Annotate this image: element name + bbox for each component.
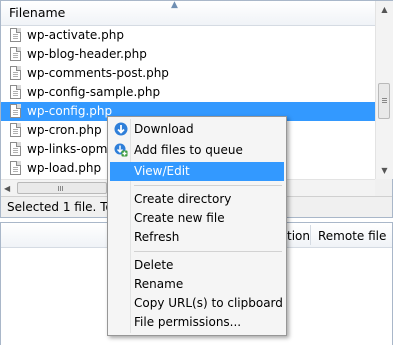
php-file-icon	[10, 161, 21, 175]
php-file-icon	[10, 47, 21, 61]
file-row[interactable]: wp-activate.php	[1, 26, 375, 45]
menu-item-view-edit[interactable]: View/Edit	[110, 162, 284, 181]
menu-item-file-permissions[interactable]: File permissions...	[110, 313, 284, 332]
menu-item-rename[interactable]: Rename	[110, 275, 284, 294]
column-header-filename[interactable]: Filename	[9, 5, 65, 20]
menu-item-delete[interactable]: Delete	[110, 256, 284, 275]
php-file-icon	[10, 66, 21, 80]
scrollbar-corner	[375, 179, 392, 196]
menu-separator	[134, 185, 282, 186]
file-name: wp-blog-header.php	[27, 47, 147, 61]
column-divider[interactable]	[310, 225, 311, 245]
menu-item-label: Download	[134, 122, 194, 136]
file-name: wp-config.php	[27, 104, 113, 118]
menu-item-label: Add files to queue	[134, 143, 243, 157]
php-file-icon	[10, 142, 21, 156]
context-menu: Download Add files to queue View/Edit Cr…	[107, 116, 287, 336]
menu-item-download[interactable]: Download	[110, 120, 284, 139]
file-name: wp-comments-post.php	[27, 66, 169, 80]
file-name: wp-config-sample.php	[27, 85, 161, 99]
scroll-down-icon[interactable]: ▼	[376, 162, 393, 179]
sort-ascending-icon: ▲	[171, 0, 178, 10]
file-row[interactable]: wp-blog-header.php	[1, 45, 375, 64]
file-row[interactable]: wp-comments-post.php	[1, 64, 375, 83]
php-file-icon	[10, 123, 21, 137]
download-arrow-icon	[114, 122, 128, 136]
file-name: wp-load.php	[27, 161, 102, 175]
column-header-direction[interactable]: tion	[287, 229, 310, 243]
menu-item-add-files-to-queue[interactable]: Add files to queue	[110, 141, 284, 160]
scroll-up-icon[interactable]: ▲	[376, 1, 393, 18]
menu-item-refresh[interactable]: Refresh	[110, 228, 284, 247]
php-file-icon	[10, 28, 21, 42]
menu-item-label: View/Edit	[134, 164, 190, 178]
menu-item-label: Rename	[134, 277, 184, 291]
scroll-left-icon[interactable]: ◀	[4, 180, 10, 197]
vertical-scroll-thumb[interactable]	[378, 83, 390, 119]
menu-item-label: Delete	[134, 258, 174, 272]
add-to-queue-icon	[114, 143, 128, 157]
file-name: wp-links-opml	[27, 142, 111, 156]
file-name: wp-activate.php	[27, 28, 124, 42]
menu-item-create-new-file[interactable]: Create new file	[110, 209, 284, 228]
php-file-icon	[10, 85, 21, 99]
file-name: wp-cron.php	[27, 123, 102, 137]
file-list-header: Filename ▲	[1, 0, 375, 26]
php-file-icon	[10, 104, 21, 118]
menu-item-copy-urls[interactable]: Copy URL(s) to clipboard	[110, 294, 284, 313]
menu-item-label: File permissions...	[134, 315, 242, 329]
horizontal-scroll-thumb[interactable]	[17, 182, 107, 194]
file-row[interactable]: wp-config-sample.php	[1, 83, 375, 102]
menu-item-create-directory[interactable]: Create directory	[110, 190, 284, 209]
menu-item-label: Create directory	[134, 192, 232, 206]
menu-item-label: Copy URL(s) to clipboard	[134, 296, 283, 310]
menu-item-label: Create new file	[134, 211, 225, 225]
vertical-scrollbar[interactable]: ▲ ▼	[375, 1, 393, 179]
column-header-remote-file[interactable]: Remote file	[318, 229, 386, 243]
menu-separator	[134, 251, 282, 252]
menu-item-label: Refresh	[134, 230, 180, 244]
